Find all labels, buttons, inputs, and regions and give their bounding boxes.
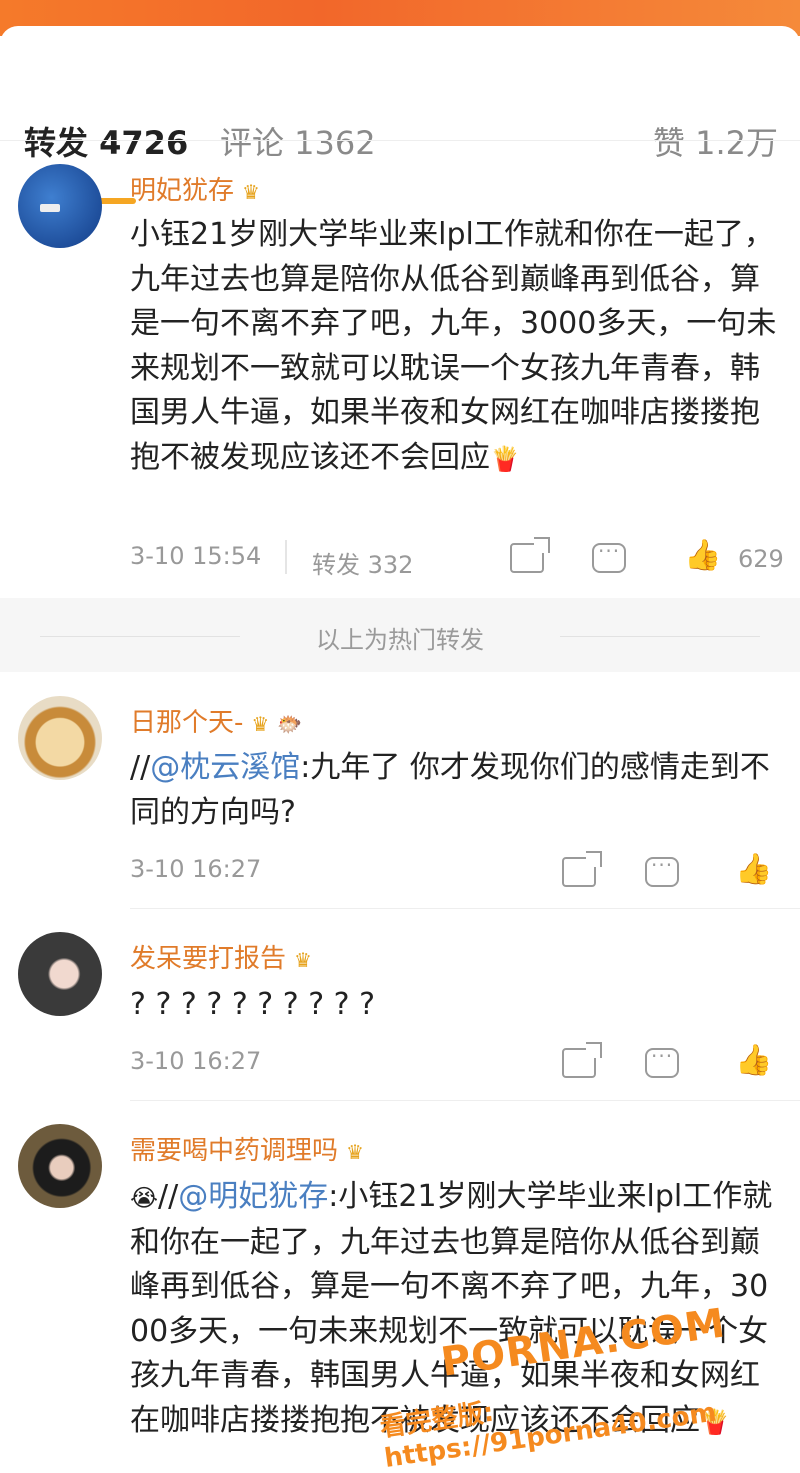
username[interactable]: 明妃犹存 ♛ [130, 170, 260, 207]
username[interactable]: 需要喝中药调理吗 ♛ [130, 1130, 364, 1167]
share-icon[interactable] [510, 537, 550, 573]
divider [560, 636, 760, 637]
crown-badge-icon: ♛ [251, 711, 270, 736]
tab-likes[interactable]: 赞 1.2万 [653, 118, 778, 164]
tab-reposts[interactable]: 转发 4726 [24, 118, 188, 164]
mention-link[interactable]: @枕云溪馆 [150, 750, 300, 785]
crown-badge-icon: ♛ [242, 179, 260, 204]
avatar[interactable] [18, 164, 102, 248]
repost-count[interactable]: 转发 332 [312, 545, 413, 580]
like-count: 629 [738, 545, 784, 573]
like-icon[interactable]: 👍 [684, 541, 721, 571]
share-icon[interactable] [562, 1042, 602, 1078]
hot-reposts-label: 以上为热门转发 [316, 626, 484, 654]
avatar[interactable] [18, 932, 102, 1016]
fish-badge-icon: 🐡 [277, 711, 303, 736]
comment-content: ? ? ? ? ? ? ? ? ? ? [130, 987, 376, 1022]
avatar[interactable] [18, 696, 102, 780]
mention-link[interactable]: @明妃犹存 [178, 1179, 328, 1214]
like-icon[interactable]: 👍 [735, 855, 772, 885]
timestamp: 3-10 16:27 [130, 1047, 262, 1075]
comment-content: //@枕云溪馆:九年了 你才发现你们的感情走到不同的方向吗? [130, 750, 770, 830]
crown-badge-icon: ♛ [346, 1139, 364, 1164]
repost-content: 小钰21岁刚大学毕业来lpl工作就和你在一起了，九年过去也算是陪你从低谷到巅峰再… [130, 217, 777, 475]
timestamp: 3-10 16:27 [130, 855, 262, 883]
comment-icon[interactable] [645, 853, 679, 887]
like-icon[interactable]: 👍 [735, 1046, 772, 1076]
divider [285, 540, 287, 574]
divider [130, 908, 800, 909]
hot-reposts-separator: 以上为热门转发 [0, 598, 800, 672]
crying-emoji-icon: 😭 [130, 1184, 159, 1212]
tab-bar: 转发 4726 评论 1362 赞 1.2万 [0, 70, 800, 204]
divider [130, 1100, 800, 1101]
tab-divider [0, 140, 800, 141]
share-icon[interactable] [562, 851, 602, 887]
username[interactable]: 发呆要打报告 ♛ [130, 938, 312, 975]
comment-icon[interactable] [645, 1044, 679, 1078]
timestamp: 3-10 15:54 [130, 542, 262, 570]
username[interactable]: 日那个天- ♛ 🐡 [130, 702, 302, 739]
candle-emoji-icon: 🍟 [490, 444, 520, 473]
crown-badge-icon: ♛ [294, 947, 312, 972]
avatar[interactable] [18, 1124, 102, 1208]
comment-icon[interactable] [592, 539, 626, 573]
tab-comments[interactable]: 评论 1362 [220, 118, 376, 164]
